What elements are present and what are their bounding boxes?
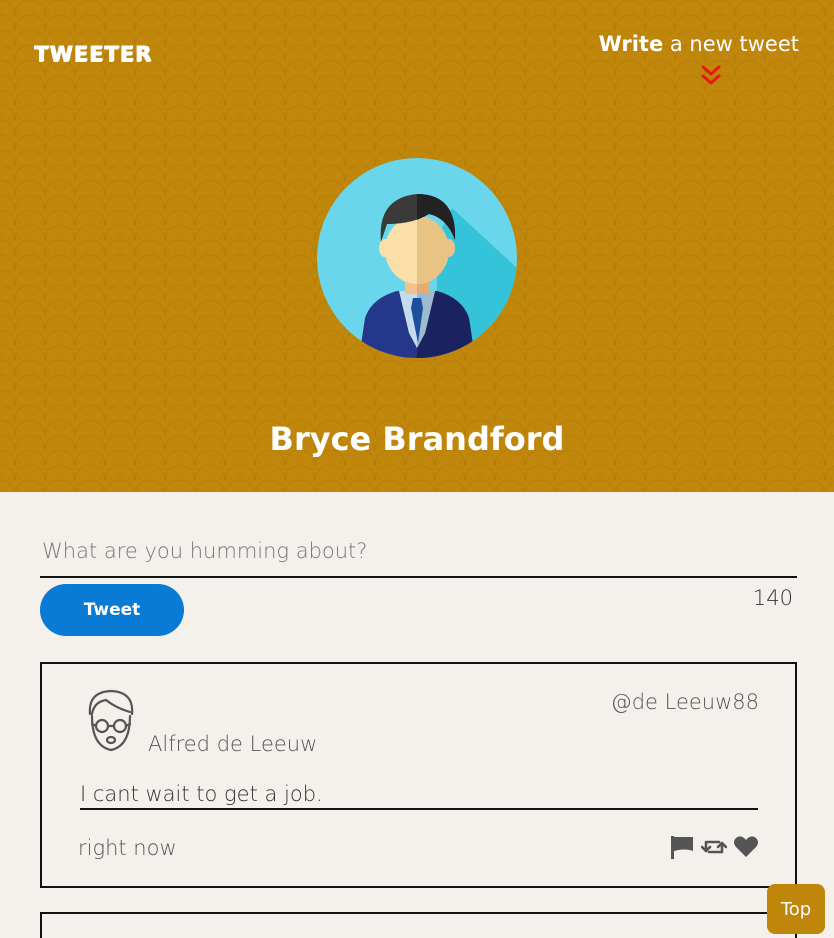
businessman-avatar-icon [317, 158, 517, 358]
write-label-rest: a new tweet [663, 32, 799, 56]
man-with-glasses-avatar-icon [88, 689, 134, 752]
retweet-icon[interactable] [701, 834, 727, 860]
tweet-author-name[interactable]: Alfred de Leeuw [148, 732, 317, 756]
logo[interactable]: TWEETER [34, 42, 152, 66]
tweet-card [40, 912, 797, 938]
profile-header: TWEETER Write a new tweet Bryce Brandfor… [0, 0, 834, 492]
heart-icon[interactable] [733, 834, 759, 860]
character-counter: 140 [752, 586, 793, 610]
tweet-card: Alfred de Leeuw @de Leeuw88 I cant wait … [40, 662, 797, 888]
profile-avatar [317, 158, 517, 358]
tweet-compose-input[interactable] [40, 526, 797, 578]
write-new-tweet-link[interactable]: Write a new tweet [599, 32, 799, 56]
tweet-button[interactable]: Tweet [40, 584, 184, 636]
scroll-to-top-button[interactable]: Top [767, 884, 825, 934]
tweet-actions [669, 834, 759, 860]
tweet-timestamp: right now [78, 836, 177, 860]
flag-icon[interactable] [669, 834, 695, 860]
page: TWEETER Write a new tweet Bryce Brandfor… [0, 0, 834, 938]
write-label-bold: Write [598, 32, 664, 56]
profile-name: Bryce Brandford [269, 420, 565, 458]
tweet-text: I cant wait to get a job. [80, 782, 758, 810]
double-chevron-down-icon[interactable] [701, 64, 721, 88]
tweet-author-handle[interactable]: @de Leeuw88 [611, 690, 759, 714]
